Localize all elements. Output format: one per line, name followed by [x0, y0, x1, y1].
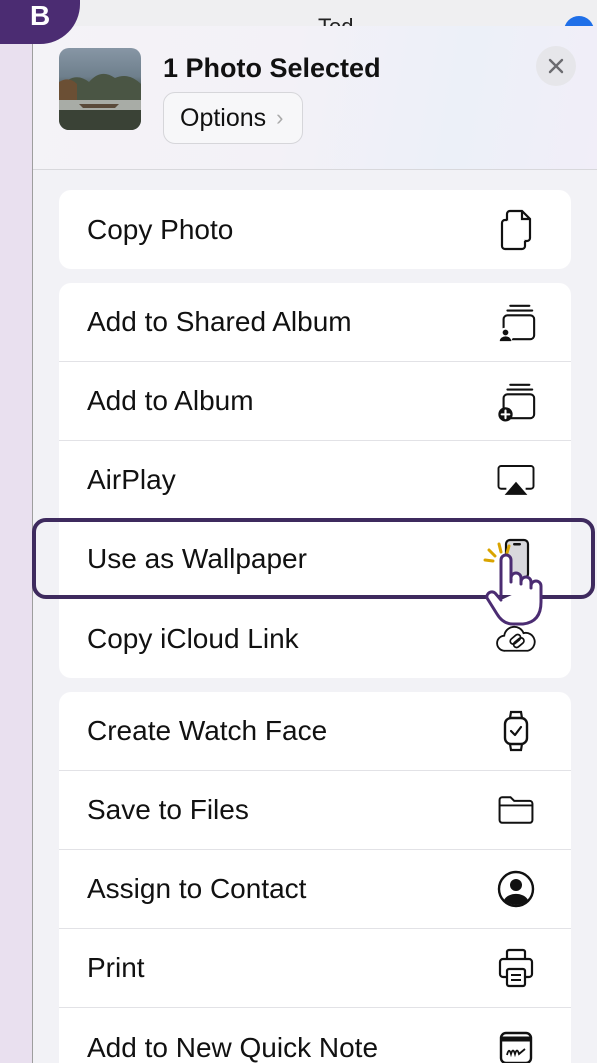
action-airplay[interactable]: AirPlay: [59, 441, 571, 520]
action-assign-to-contact[interactable]: Assign to Contact: [59, 850, 571, 929]
copy-icon: [495, 209, 537, 251]
action-group-1: Copy Photo: [59, 190, 571, 269]
background-sidebar: [0, 0, 33, 1063]
action-label: Save to Files: [87, 794, 249, 825]
watch-icon: [495, 710, 537, 752]
action-add-to-album[interactable]: Add to Album: [59, 362, 571, 441]
contact-icon: [495, 868, 537, 910]
action-label: Create Watch Face: [87, 715, 328, 746]
photo-thumbnail: [59, 48, 141, 130]
close-icon: [548, 58, 564, 74]
airplay-icon: [495, 459, 537, 501]
action-save-to-files[interactable]: Save to Files: [59, 771, 571, 850]
action-label: Add to New Quick Note: [87, 1031, 379, 1063]
shared-album-icon: [495, 301, 537, 343]
action-label: Use as Wallpaper: [87, 543, 307, 574]
action-add-to-new-quick-note[interactable]: Add to New Quick Note: [59, 1008, 571, 1063]
action-create-watch-face[interactable]: Create Watch Face: [59, 692, 571, 771]
action-add-to-shared-album[interactable]: Add to Shared Album: [59, 283, 571, 362]
action-label: Copy Photo: [87, 213, 234, 245]
action-label: Add to Album: [87, 385, 254, 416]
action-print[interactable]: Print: [59, 929, 571, 1008]
action-label: Copy iCloud Link: [87, 622, 299, 654]
action-copy-photo[interactable]: Copy Photo: [59, 190, 571, 269]
options-label: Options: [180, 103, 267, 132]
share-sheet-header: 1 Photo Selected Options ›: [33, 26, 597, 170]
sheet-title: 1 Photo Selected: [163, 53, 381, 83]
quick-note-icon: [495, 1027, 537, 1063]
action-group-3: Create Watch Face Save to Files Assign t…: [59, 692, 571, 1063]
printer-icon: [495, 947, 537, 989]
background-toolbar: Tod: [32, 0, 597, 27]
action-label: Print: [87, 952, 145, 983]
action-label: AirPlay: [87, 464, 176, 495]
tap-hand-icon: [483, 542, 543, 626]
options-button[interactable]: Options ›: [163, 92, 303, 144]
add-album-icon: [495, 380, 537, 422]
close-button[interactable]: [536, 46, 576, 86]
folder-icon: [495, 789, 537, 831]
action-label: Add to Shared Album: [87, 306, 352, 337]
action-label: Assign to Contact: [87, 873, 307, 904]
chevron-right-icon: ›: [276, 105, 284, 130]
